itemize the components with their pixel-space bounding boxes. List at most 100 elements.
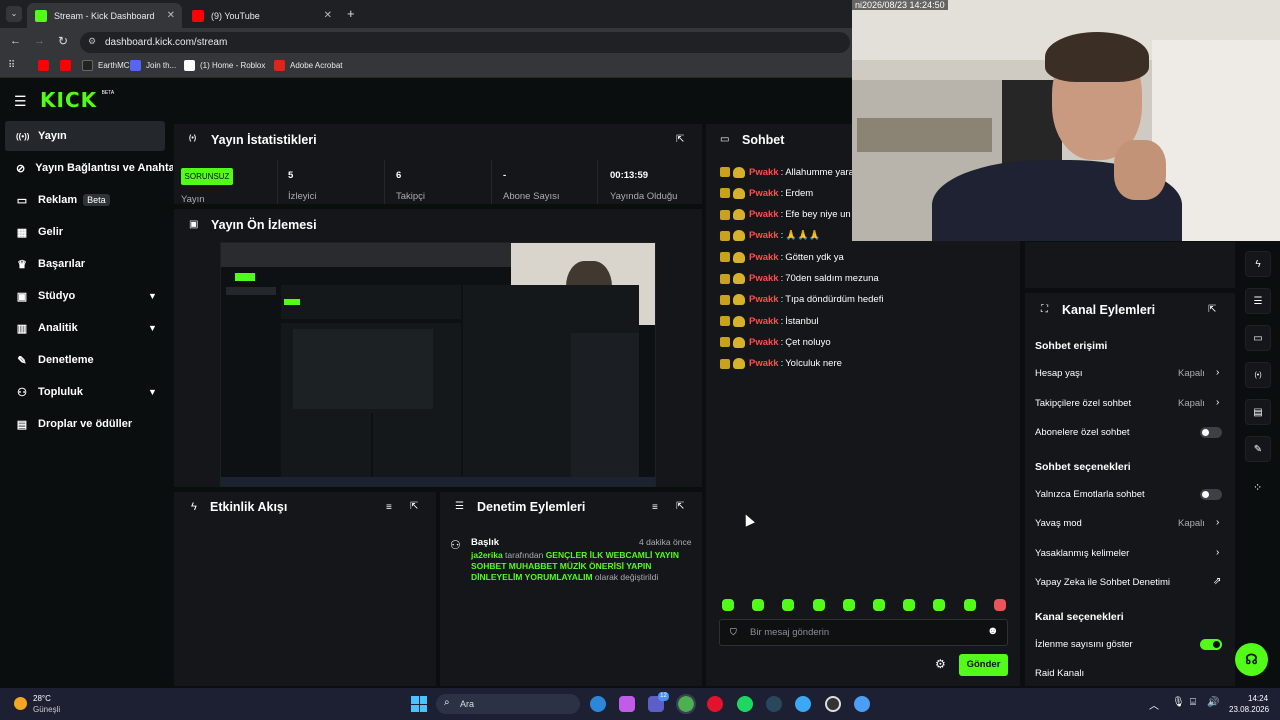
wrench-panel-icon[interactable]: ✎ [1245, 436, 1271, 462]
chat-username[interactable]: Pwakk [749, 252, 779, 263]
sidebar-item-analitik[interactable]: ▥ Analitik ▼ [5, 313, 165, 343]
forward-icon[interactable]: → [34, 35, 45, 47]
expand-icon[interactable]: ⇱ [410, 501, 418, 512]
close-tab-icon[interactable]: ✕ [167, 10, 175, 21]
emote-icon[interactable] [842, 599, 855, 611]
emote-icon[interactable] [933, 599, 946, 611]
chat-settings-icon[interactable]: ⚙ [935, 657, 946, 671]
emote-icon[interactable] [782, 599, 795, 611]
subs-only-toggle[interactable] [1200, 427, 1222, 438]
followers-only-label[interactable]: Takipçilere özel sohbet [1035, 398, 1131, 409]
network-icon[interactable]: ⌸ [1190, 697, 1196, 708]
filter-icon[interactable]: ≡ [652, 502, 658, 513]
stream-preview-video[interactable] [220, 242, 656, 487]
tab-youtube[interactable]: (9) YouTube ✕ [184, 3, 339, 28]
chevron-right-icon[interactable]: › [1216, 367, 1219, 378]
ai-moderation-label[interactable]: Yapay Zeka ile Sohbet Denetimi [1035, 577, 1170, 588]
expand-icon[interactable]: ⇱ [676, 501, 684, 512]
raid-channel-label[interactable]: Raid Kanalı [1035, 668, 1084, 679]
followers-only-value[interactable]: Kapalı [1178, 398, 1205, 409]
slow-mode-value[interactable]: Kapalı [1178, 518, 1205, 529]
app-icon[interactable] [795, 696, 811, 712]
support-headset-icon[interactable]: ☊ [1235, 643, 1268, 676]
chevron-right-icon[interactable]: › [1216, 397, 1219, 408]
close-tab-icon[interactable]: ✕ [324, 10, 332, 21]
site-info-icon[interactable]: ⚙ [88, 36, 96, 47]
banned-words-label[interactable]: Yasaklanmış kelimeler [1035, 548, 1129, 559]
quick-actions-lightning-icon[interactable]: ϟ [1245, 251, 1271, 277]
bookmark-earthmc[interactable]: EarthMC [82, 60, 130, 71]
bookmark-adobe[interactable]: Adobe Acrobat [274, 60, 342, 71]
reload-icon[interactable]: ↻ [58, 34, 68, 48]
emote-icon[interactable] [873, 599, 885, 611]
sidebar-item-gelir[interactable]: ▦ Gelir [5, 217, 165, 247]
start-windows-icon[interactable] [411, 696, 427, 712]
volume-icon[interactable]: 🔊 [1207, 697, 1219, 708]
menu-icon[interactable]: ☰ [14, 93, 27, 110]
broadcast-panel-icon[interactable]: (•) [1245, 362, 1271, 388]
bookmark-roblox[interactable]: (1) Home - Roblox [184, 60, 265, 71]
spotify-icon[interactable] [737, 696, 753, 712]
chrome-icon[interactable] [676, 694, 696, 714]
edge-icon[interactable] [590, 696, 606, 712]
sidebar-item-droplar[interactable]: ▤ Droplar ve ödüller [5, 409, 165, 439]
dots-icon[interactable]: ⁘ [1253, 481, 1262, 494]
chat-username[interactable]: Pwakk [749, 209, 779, 220]
chat-username[interactable]: Pwakk [749, 167, 779, 178]
tab-search-button[interactable]: ⌄ [6, 6, 22, 22]
external-link-icon[interactable]: ⇗ [1213, 576, 1221, 587]
sidebar-item-reklam[interactable]: ▭ Reklam Beta [5, 185, 165, 215]
steam-icon[interactable] [766, 696, 782, 712]
clock-time[interactable]: 14:24 [1248, 694, 1268, 703]
slow-mode-label[interactable]: Yavaş mod [1035, 518, 1082, 529]
chat-username[interactable]: Pwakk [749, 358, 779, 369]
chat-username[interactable]: Pwakk [749, 294, 779, 305]
chat-username[interactable]: Pwakk [749, 316, 779, 327]
emoji-icon[interactable]: ☻ [987, 625, 999, 637]
chevron-up-icon[interactable]: ︿ [1149, 697, 1159, 712]
emote-icon[interactable] [963, 599, 976, 611]
chat-username[interactable]: Pwakk [749, 230, 779, 241]
chevron-right-icon[interactable]: › [1216, 517, 1219, 528]
expand-icon[interactable]: ⇱ [1208, 304, 1216, 315]
weather-sun-icon[interactable] [14, 697, 27, 710]
emote-icon[interactable] [903, 599, 916, 611]
emote-icon[interactable] [993, 599, 1006, 611]
taskbar-search[interactable]: ⌕ Ara [436, 694, 580, 714]
bookmark-youtube-1[interactable] [38, 60, 54, 71]
show-viewers-toggle[interactable] [1200, 639, 1222, 650]
chat-input[interactable]: ⛉ Bir mesaj gönderin ☻ [719, 619, 1008, 646]
apps-grid-icon[interactable]: ⠿ [8, 60, 15, 71]
address-bar[interactable]: ⚙ dashboard.kick.com/stream [80, 32, 850, 53]
send-button[interactable]: Gönder [959, 654, 1008, 676]
moderation-entry-user[interactable]: ja2erika [471, 550, 503, 560]
emote-only-toggle[interactable] [1200, 489, 1222, 500]
filter-icon[interactable]: ≡ [386, 502, 392, 513]
clock-date[interactable]: 23.08.2026 [1229, 705, 1269, 714]
copilot-icon[interactable] [619, 696, 635, 712]
opera-icon[interactable] [707, 696, 723, 712]
emote-icon[interactable] [722, 599, 734, 611]
chat-username[interactable]: Pwakk [749, 273, 779, 284]
sidebar-item-denetleme[interactable]: ✎ Denetleme [5, 345, 165, 375]
sidebar-item-topluluk[interactable]: ⚇ Topluluk ▼ [5, 377, 165, 407]
sidebar-item-stream-key[interactable]: ⊘ Yayın Bağlantısı ve Anahtarı [5, 153, 173, 183]
list-view-icon[interactable]: ☰ [1245, 288, 1271, 314]
sidebar-item-yayin[interactable]: ((•)) Yayın [5, 121, 165, 151]
account-age-label[interactable]: Hesap yaşı [1035, 368, 1083, 379]
back-icon[interactable]: ← [10, 35, 21, 47]
sidebar-item-studyo[interactable]: ▣ Stüdyo ▼ [5, 281, 165, 311]
bookmark-youtube-2[interactable] [60, 60, 76, 71]
tab-kick-dashboard[interactable]: Stream - Kick Dashboard ✕ [27, 3, 182, 28]
emote-icon[interactable] [752, 599, 765, 611]
new-tab-button[interactable]: + [347, 6, 355, 21]
sidebar-item-basarilar[interactable]: ♛ Başarılar [5, 249, 165, 279]
account-age-value[interactable]: Kapalı [1178, 368, 1205, 379]
obs-icon[interactable] [825, 696, 841, 712]
microphone-icon[interactable]: 🎙 [1172, 697, 1185, 708]
chat-panel-icon[interactable]: ▭ [1245, 325, 1271, 351]
chevron-right-icon[interactable]: › [1216, 547, 1219, 558]
bookmark-discord[interactable]: Join th... [130, 60, 176, 71]
emote-icon[interactable] [812, 599, 825, 611]
layout-icon[interactable]: ▤ [1245, 399, 1271, 425]
